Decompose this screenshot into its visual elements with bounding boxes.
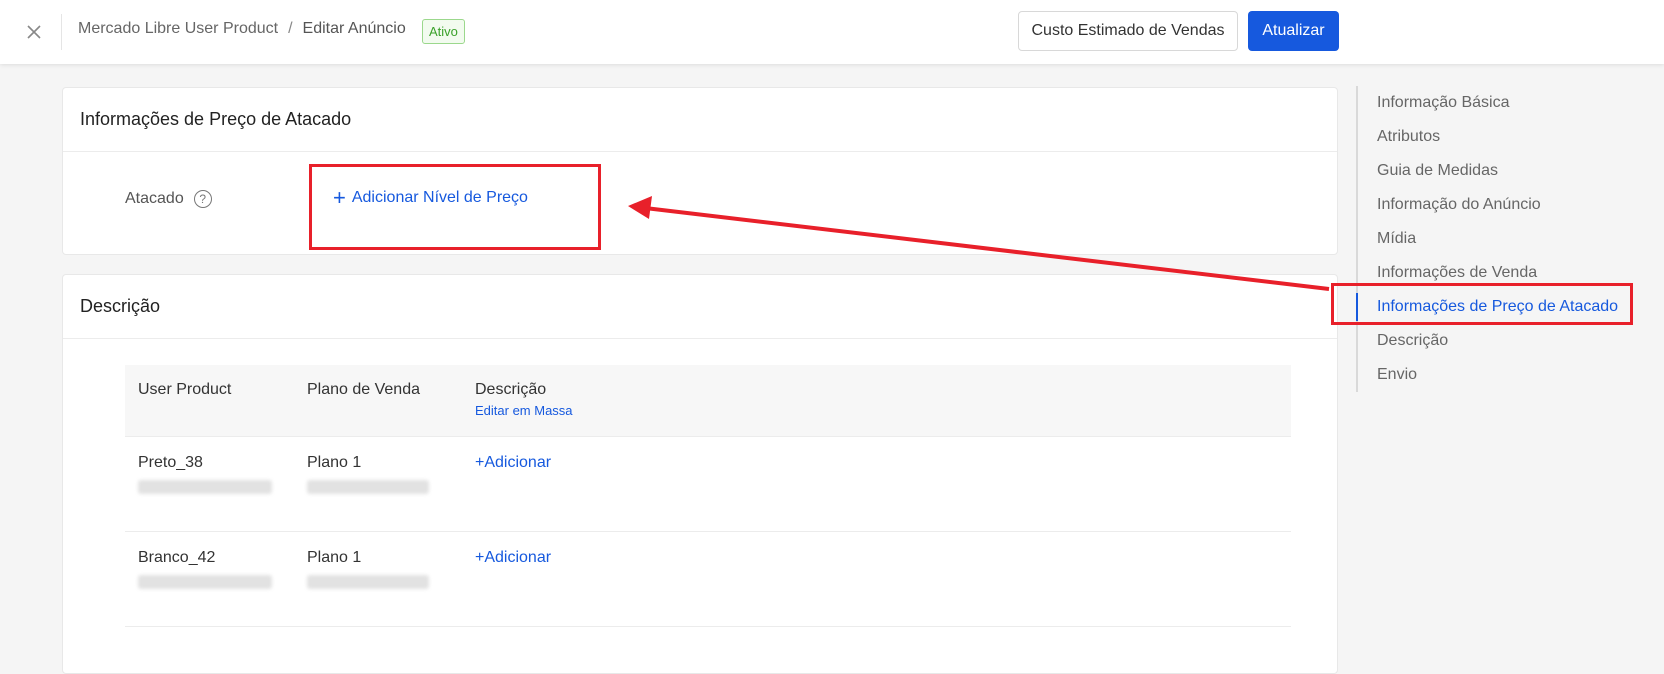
plan-cell: Plano 1 bbox=[307, 454, 429, 494]
anchor-media[interactable]: Mídia bbox=[1358, 222, 1646, 256]
plus-icon: + bbox=[333, 185, 346, 210]
wholesale-label-text: Atacado bbox=[125, 190, 184, 207]
anchor-listing-info[interactable]: Informação do Anúncio bbox=[1358, 188, 1646, 222]
column-header-description: Descrição Editar em Massa bbox=[475, 381, 573, 418]
redacted-id bbox=[138, 575, 272, 589]
breadcrumb-current: Editar Anúncio bbox=[302, 20, 406, 37]
description-section-title: Descrição bbox=[63, 275, 1337, 339]
bulk-edit-link[interactable]: Editar em Massa bbox=[475, 403, 573, 418]
user-product-name: Preto_38 bbox=[138, 454, 203, 471]
anchor-basic-info[interactable]: Informação Básica bbox=[1358, 86, 1646, 120]
wholesale-field-label: Atacado ? bbox=[125, 190, 212, 208]
anchor-wholesale-price[interactable]: Informações de Preço de Atacado bbox=[1356, 290, 1646, 324]
redacted-id bbox=[138, 480, 272, 494]
anchor-sales-info[interactable]: Informações de Venda bbox=[1358, 256, 1646, 290]
anchor-description[interactable]: Descrição bbox=[1358, 324, 1646, 358]
anchor-shipping[interactable]: Envio bbox=[1358, 358, 1646, 392]
add-description-link[interactable]: +Adicionar bbox=[475, 549, 551, 566]
user-product-cell: Preto_38 bbox=[138, 454, 272, 494]
plan-name: Plano 1 bbox=[307, 454, 362, 471]
page-header: Mercado Libre User Product / Editar Anún… bbox=[0, 0, 1664, 64]
add-price-level-link[interactable]: + Adicionar Nível de Preço bbox=[333, 187, 528, 209]
section-anchor-nav: Informação Básica Atributos Guia de Medi… bbox=[1356, 86, 1646, 392]
description-table: User Product Plano de Venda Descrição Ed… bbox=[125, 365, 1291, 627]
plan-cell: Plano 1 bbox=[307, 549, 429, 589]
table-header: User Product Plano de Venda Descrição Ed… bbox=[125, 365, 1291, 437]
table-row: Branco_42 Plano 1 +Adicionar bbox=[125, 532, 1291, 627]
plan-name: Plano 1 bbox=[307, 549, 362, 566]
anchor-attributes[interactable]: Atributos bbox=[1358, 120, 1646, 154]
close-button[interactable] bbox=[20, 18, 48, 46]
help-circle-icon[interactable]: ? bbox=[193, 190, 212, 208]
breadcrumb-separator: / bbox=[288, 20, 293, 37]
close-icon bbox=[27, 25, 41, 39]
estimated-sales-cost-button[interactable]: Custo Estimado de Vendas bbox=[1018, 11, 1238, 51]
wholesale-price-card: Informações de Preço de Atacado Atacado … bbox=[62, 87, 1338, 255]
column-header-description-label: Descrição bbox=[475, 381, 547, 398]
column-header-plan: Plano de Venda bbox=[307, 381, 420, 398]
breadcrumb-root[interactable]: Mercado Libre User Product bbox=[78, 20, 278, 38]
add-description-link[interactable]: +Adicionar bbox=[475, 454, 551, 471]
redacted-id bbox=[307, 575, 429, 589]
status-badge: Ativo bbox=[422, 19, 465, 44]
breadcrumb: Mercado Libre User Product / Editar Anún… bbox=[78, 20, 406, 38]
redacted-id bbox=[307, 480, 429, 494]
wholesale-section-title: Informações de Preço de Atacado bbox=[63, 88, 1337, 152]
user-product-cell: Branco_42 bbox=[138, 549, 272, 589]
anchor-size-guide[interactable]: Guia de Medidas bbox=[1358, 154, 1646, 188]
user-product-name: Branco_42 bbox=[138, 549, 216, 566]
header-divider bbox=[61, 14, 62, 50]
description-cell: +Adicionar bbox=[475, 549, 551, 567]
update-button[interactable]: Atualizar bbox=[1248, 11, 1339, 51]
table-row: Preto_38 Plano 1 +Adicionar bbox=[125, 437, 1291, 532]
add-price-level-label: Adicionar Nível de Preço bbox=[351, 189, 528, 206]
description-cell: +Adicionar bbox=[475, 454, 551, 472]
description-card: Descrição User Product Plano de Venda De… bbox=[62, 274, 1338, 674]
column-header-user-product: User Product bbox=[138, 381, 232, 398]
